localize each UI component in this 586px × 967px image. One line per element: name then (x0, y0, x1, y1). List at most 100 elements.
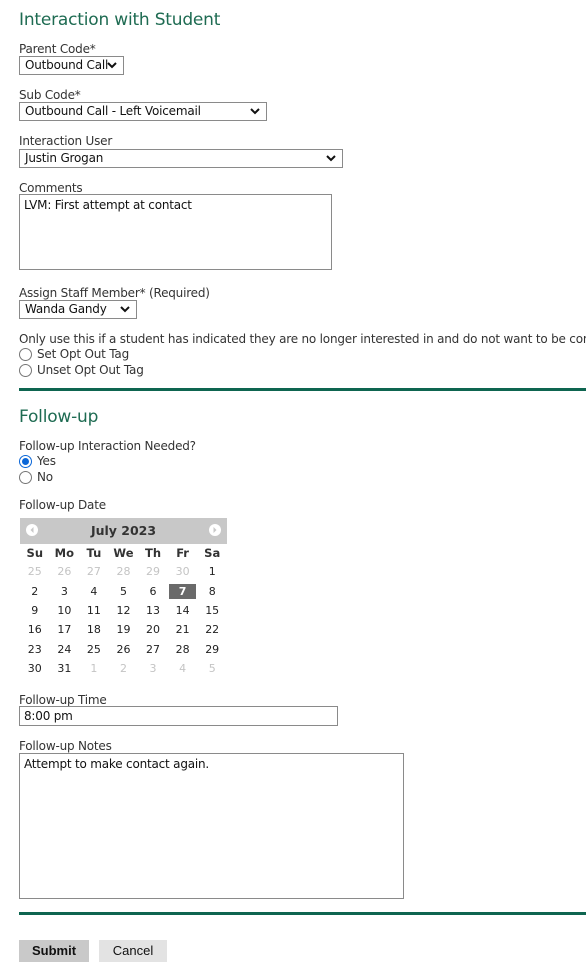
calendar-day-number: 15 (205, 603, 220, 617)
calendar-day[interactable]: 9 (20, 601, 50, 620)
interaction-user-select[interactable]: Justin Grogan (19, 149, 343, 168)
calendar-day: 1 (79, 659, 109, 678)
opt-out-option-unset[interactable]: Unset Opt Out Tag (19, 363, 219, 378)
calendar-day[interactable]: 21 (168, 620, 198, 639)
followup-yes-radio[interactable] (19, 455, 32, 468)
calendar-day: 2 (109, 659, 139, 678)
followup-needed-no[interactable]: No (19, 470, 119, 485)
followup-notes-textarea[interactable]: Attempt to make contact again. (19, 753, 404, 899)
calendar-day[interactable]: 18 (79, 620, 109, 639)
calendar-day-number: 25 (27, 565, 42, 579)
assign-staff-label: Assign Staff Member* (Required) (19, 286, 210, 300)
calendar-day-number: 26 (116, 642, 131, 656)
calendar-day: 27 (79, 562, 109, 581)
calendar-day-number: 30 (175, 565, 190, 579)
calendar-day[interactable]: 19 (109, 620, 139, 639)
parent-code-value: Outbound Call (25, 58, 109, 72)
calendar-day: 30 (168, 562, 198, 581)
calendar-day-number: 29 (146, 565, 161, 579)
calendar-day[interactable]: 10 (50, 601, 80, 620)
interaction-user-label: Interaction User (19, 134, 113, 148)
calendar-day[interactable]: 25 (79, 640, 109, 659)
followup-needed-yes[interactable]: Yes (19, 454, 119, 469)
followup-no-radio[interactable] (19, 471, 32, 484)
datepicker-month-title: July 2023 (90, 523, 157, 538)
calendar-day-number: 28 (175, 642, 190, 656)
calendar-day[interactable]: 1 (197, 562, 227, 581)
assign-staff-select[interactable]: Wanda Gandy (19, 300, 137, 319)
calendar-day[interactable]: 29 (197, 640, 227, 659)
datepicker-header: July 2023 (20, 518, 227, 544)
calendar-day[interactable]: 17 (50, 620, 80, 639)
set-opt-out-label: Set Opt Out Tag (37, 347, 129, 361)
calendar-day: 3 (138, 659, 168, 678)
calendar-day-number: 14 (175, 603, 190, 617)
calendar-day[interactable]: 13 (138, 601, 168, 620)
calendar-day-number: 27 (146, 642, 161, 656)
calendar-day[interactable]: 31 (50, 659, 80, 678)
followup-time-input[interactable]: 8:00 pm (19, 706, 338, 726)
calendar-day-number: 23 (27, 642, 42, 656)
calendar-week-row: 23 24 25 26 27 28 29 (20, 640, 227, 659)
calendar-day[interactable]: 12 (109, 601, 139, 620)
form-bottom-divider (19, 912, 586, 915)
cancel-button[interactable]: Cancel (99, 940, 167, 962)
calendar-day-number: 29 (205, 642, 220, 656)
calendar-day[interactable]: 2 (20, 581, 50, 600)
calendar-day-number: 26 (57, 565, 72, 579)
section-title-followup: Follow-up (19, 407, 99, 427)
calendar-day[interactable]: 16 (20, 620, 50, 639)
calendar-day[interactable]: 26 (109, 640, 139, 659)
followup-time-value: 8:00 pm (24, 709, 73, 723)
followup-no-label: No (37, 470, 53, 484)
calendar-day-number: 1 (208, 565, 216, 579)
followup-notes-label: Follow-up Notes (19, 739, 112, 753)
calendar-day[interactable]: 3 (50, 581, 80, 600)
comments-textarea[interactable]: LVM: First attempt at contact (19, 194, 332, 270)
calendar-day[interactable]: 24 (50, 640, 80, 659)
calendar-day: 5 (197, 659, 227, 678)
followup-date-label: Follow-up Date (19, 498, 106, 512)
weekday-header: Fr (176, 546, 189, 560)
calendar-week-row: 25 26 27 28 29 30 1 (20, 562, 227, 581)
calendar-day-number: 2 (31, 584, 39, 598)
calendar-day-number: 21 (175, 623, 190, 637)
sub-code-select[interactable]: Outbound Call - Left Voicemail (19, 102, 267, 121)
calendar-day[interactable]: 5 (109, 581, 139, 600)
calendar-day[interactable]: 15 (197, 601, 227, 620)
calendar-day[interactable]: 22 (197, 620, 227, 639)
calendar-day[interactable]: 4 (79, 581, 109, 600)
calendar-day-number: 8 (208, 584, 216, 598)
chevron-right-icon (213, 527, 217, 533)
calendar-day[interactable]: 30 (20, 659, 50, 678)
calendar-day-number: 4 (179, 662, 187, 676)
calendar-day[interactable]: 8 (197, 581, 227, 600)
calendar-day[interactable]: 23 (20, 640, 50, 659)
calendar-day-number: 2 (119, 662, 127, 676)
weekday-header: Th (145, 546, 162, 560)
weekday-header: Su (26, 546, 44, 560)
section-divider (19, 388, 586, 391)
calendar-day[interactable]: 6 (138, 581, 168, 600)
set-opt-out-radio[interactable] (19, 348, 32, 361)
next-month-button[interactable] (209, 524, 221, 536)
calendar-day[interactable]: 27 (138, 640, 168, 659)
calendar-week-row: 9 10 11 12 13 14 15 (20, 601, 227, 620)
calendar-day[interactable]: 14 (168, 601, 198, 620)
calendar-day-selected[interactable]: 7 (168, 581, 198, 600)
weekday-header: Tu (86, 546, 102, 560)
assign-staff-value: Wanda Gandy (25, 302, 107, 316)
comments-label: Comments (19, 181, 83, 195)
opt-out-option-set[interactable]: Set Opt Out Tag (19, 347, 219, 362)
weekday-header: Mo (54, 546, 75, 560)
calendar-day[interactable]: 20 (138, 620, 168, 639)
unset-opt-out-radio[interactable] (19, 364, 32, 377)
chevron-down-icon (107, 62, 117, 69)
calendar-day[interactable]: 28 (168, 640, 198, 659)
submit-button[interactable]: Submit (19, 940, 89, 962)
section-title-interaction: Interaction with Student (19, 10, 221, 30)
calendar-day-number: 16 (27, 623, 42, 637)
calendar-day-number: 11 (86, 603, 101, 617)
calendar-day[interactable]: 11 (79, 601, 109, 620)
parent-code-select[interactable]: Outbound Call (19, 56, 124, 75)
